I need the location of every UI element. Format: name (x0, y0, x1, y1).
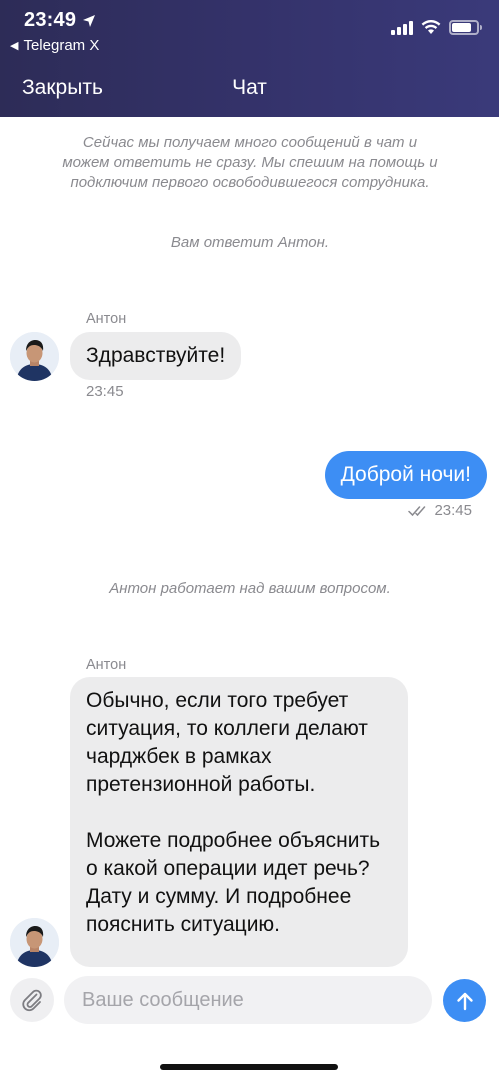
chat-title: Чат (232, 76, 267, 99)
message-sender: Антон (86, 657, 127, 673)
system-message-assigned: Вам ответит Антон. (170, 234, 330, 251)
system-message-busy: Сейчас мы получаем много сообщений в чат… (62, 134, 438, 191)
status-time-text: 23:49 (24, 9, 77, 31)
home-indicator[interactable] (160, 1064, 338, 1070)
battery-icon (449, 20, 482, 35)
paperclip-icon (22, 989, 42, 1012)
agent-avatar-image (10, 332, 59, 381)
status-time: 23:49 (24, 9, 96, 32)
agent-avatar-image (10, 918, 59, 967)
agent-avatar[interactable] (10, 332, 59, 381)
incoming-message-bubble-long: Обычно, если того требует ситуация, то к… (70, 677, 408, 967)
outgoing-message-meta: 23:45 (408, 502, 472, 519)
send-button[interactable] (443, 979, 486, 1022)
back-app-label: Telegram X (23, 37, 100, 54)
agent-avatar[interactable] (10, 918, 59, 967)
outgoing-message-bubble: Доброй ночи! (324, 451, 487, 499)
status-icons (391, 20, 482, 35)
header: 23:49 ◀ Telegram X Закрыть Чат (0, 0, 499, 117)
arrow-up-icon (456, 992, 473, 1010)
attach-button[interactable] (10, 978, 54, 1022)
message-input[interactable] (64, 976, 432, 1024)
back-triangle-icon: ◀ (10, 40, 19, 52)
message-time: 23:45 (86, 383, 124, 400)
wifi-icon (421, 20, 441, 34)
message-sender: Антон (86, 311, 127, 327)
back-to-app-link[interactable]: ◀ Telegram X (10, 37, 99, 54)
incoming-message-bubble: Здравствуйте! (70, 332, 242, 380)
message-time: 23:45 (434, 502, 472, 519)
system-message-working: Антон работает над вашим вопросом. (109, 580, 391, 597)
location-arrow-icon (83, 14, 96, 27)
double-check-icon (408, 505, 426, 516)
cellular-signal-icon (391, 20, 413, 35)
chat-screen: 23:49 ◀ Telegram X Закрыть Чат Сейчас мы… (0, 0, 499, 1080)
